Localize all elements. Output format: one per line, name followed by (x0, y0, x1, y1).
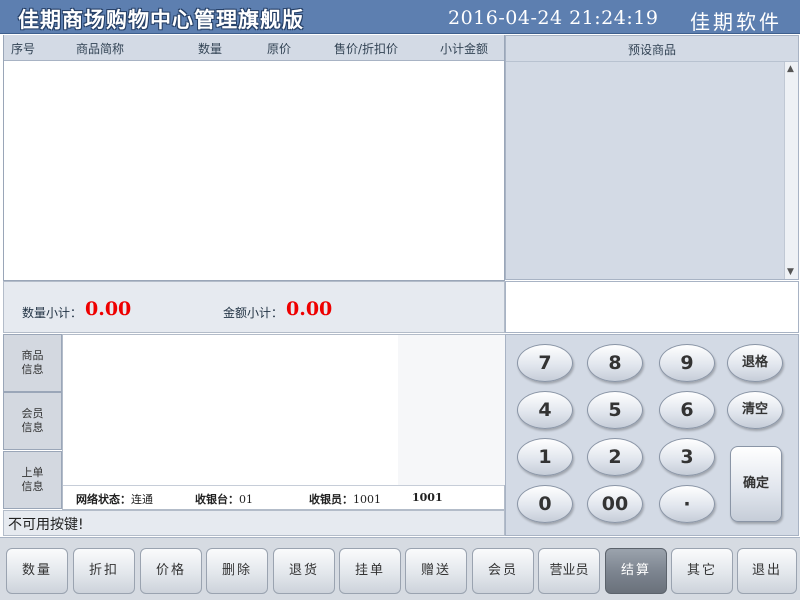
preset-goods-panel: 预设商品 ▲ ▼ (505, 35, 799, 280)
col-header-sale-price: 售价/折扣价 (334, 42, 399, 56)
salesperson-button[interactable]: 营业员 (538, 548, 600, 594)
amount-subtotal-label: 金额小计： (223, 306, 284, 320)
return-goods-button[interactable]: 退货 (273, 548, 335, 594)
key-0[interactable]: 0 (517, 485, 573, 523)
other-button[interactable]: 其它 (671, 548, 733, 594)
key-8[interactable]: 8 (587, 344, 643, 382)
tab-last-order-info-line1: 上单 (21, 466, 44, 479)
col-header-name: 商品简称 (76, 42, 125, 56)
tab-member-info-line2: 信息 (21, 421, 44, 434)
quantity-button[interactable]: 数量 (6, 548, 68, 594)
tab-member-info[interactable]: 会员 信息 (3, 392, 62, 450)
col-header-index: 序号 (11, 42, 36, 56)
key-00[interactable]: 00 (587, 485, 643, 523)
amount-subtotal-value: 0.00 (286, 298, 333, 320)
info-side-strip (398, 335, 506, 485)
cashier-value: 1001 (353, 493, 381, 506)
sales-table: 序号 商品简称 数量 原价 售价/折扣价 小计金额 (3, 35, 505, 281)
key-5[interactable]: 5 (587, 391, 643, 429)
exit-button[interactable]: 退出 (737, 548, 797, 594)
key-3[interactable]: 3 (659, 438, 715, 476)
tab-last-order-info[interactable]: 上单 信息 (3, 451, 62, 509)
register-label: 收银台： (195, 493, 239, 506)
tab-last-order-info-line2: 信息 (21, 480, 44, 493)
message-bar: 不可用按键! (3, 510, 505, 536)
price-button[interactable]: 价格 (140, 548, 202, 594)
input-area[interactable] (505, 281, 799, 333)
confirm-button[interactable]: 确定 (730, 446, 782, 522)
key-6[interactable]: 6 (659, 391, 715, 429)
preset-goods-title: 预设商品 (627, 43, 676, 57)
app-title: 佳期商场购物中心管理旗舰版 (18, 8, 304, 32)
gift-button[interactable]: 赠送 (405, 548, 467, 594)
tab-member-info-line1: 会员 (21, 407, 44, 420)
subtotal-bar: 数量小计： 0.00 金额小计： 0.00 (3, 281, 505, 333)
info-panel: 网络状态：连通 收银台：01 收银员：1001 1001 (62, 334, 506, 510)
tab-goods-info[interactable]: 商品 信息 (3, 334, 62, 392)
sales-table-body[interactable] (4, 61, 504, 281)
keypad: 7 8 9 退格 4 5 6 清空 1 2 3 0 00 · 确定 (505, 334, 799, 536)
datetime-display: 2016-04-24 21:24:19 (448, 7, 659, 29)
key-2[interactable]: 2 (587, 438, 643, 476)
key-decimal-point[interactable]: · (659, 485, 715, 523)
preset-goods-header: 预设商品 (506, 36, 798, 62)
function-bar: 数量 折扣 价格 删除 退货 挂单 赠送 会员 营业员 结算 其它 退出 (0, 537, 800, 600)
discount-button[interactable]: 折扣 (73, 548, 135, 594)
brand-label: 佳期软件 (690, 10, 782, 34)
key-1[interactable]: 1 (517, 438, 573, 476)
key-backspace[interactable]: 退格 (727, 344, 783, 382)
delete-button[interactable]: 删除 (206, 548, 268, 594)
tab-goods-info-line2: 信息 (21, 363, 44, 376)
qty-subtotal-label: 数量小计： (22, 306, 83, 320)
cashier-label: 收银员： (309, 493, 353, 506)
key-9[interactable]: 9 (659, 344, 715, 382)
hold-order-button[interactable]: 挂单 (339, 548, 401, 594)
col-header-price: 原价 (267, 42, 292, 56)
member-button[interactable]: 会员 (472, 548, 534, 594)
network-status-label: 网络状态： (76, 493, 131, 506)
title-bar: 佳期商场购物中心管理旗舰版 2016-04-24 21:24:19 佳期软件 (0, 0, 800, 34)
tab-goods-info-line1: 商品 (21, 349, 44, 362)
key-4[interactable]: 4 (517, 391, 573, 429)
col-header-qty: 数量 (198, 42, 223, 56)
key-clear[interactable]: 清空 (727, 391, 783, 429)
cashier-name: 1001 (412, 491, 443, 504)
scroll-up-icon[interactable]: ▲ (787, 64, 794, 74)
network-status-value: 连通 (131, 493, 153, 506)
key-7[interactable]: 7 (517, 344, 573, 382)
scroll-down-icon[interactable]: ▼ (787, 267, 794, 277)
register-value: 01 (239, 493, 253, 506)
preset-scrollbar[interactable]: ▲ ▼ (784, 62, 798, 279)
qty-subtotal-value: 0.00 (85, 298, 132, 320)
checkout-button[interactable]: 结算 (605, 548, 667, 594)
col-header-subtotal: 小计金额 (440, 42, 489, 56)
sales-table-header: 序号 商品简称 数量 原价 售价/折扣价 小计金额 (4, 35, 504, 61)
status-line: 网络状态：连通 收银台：01 收银员：1001 1001 (63, 485, 504, 509)
